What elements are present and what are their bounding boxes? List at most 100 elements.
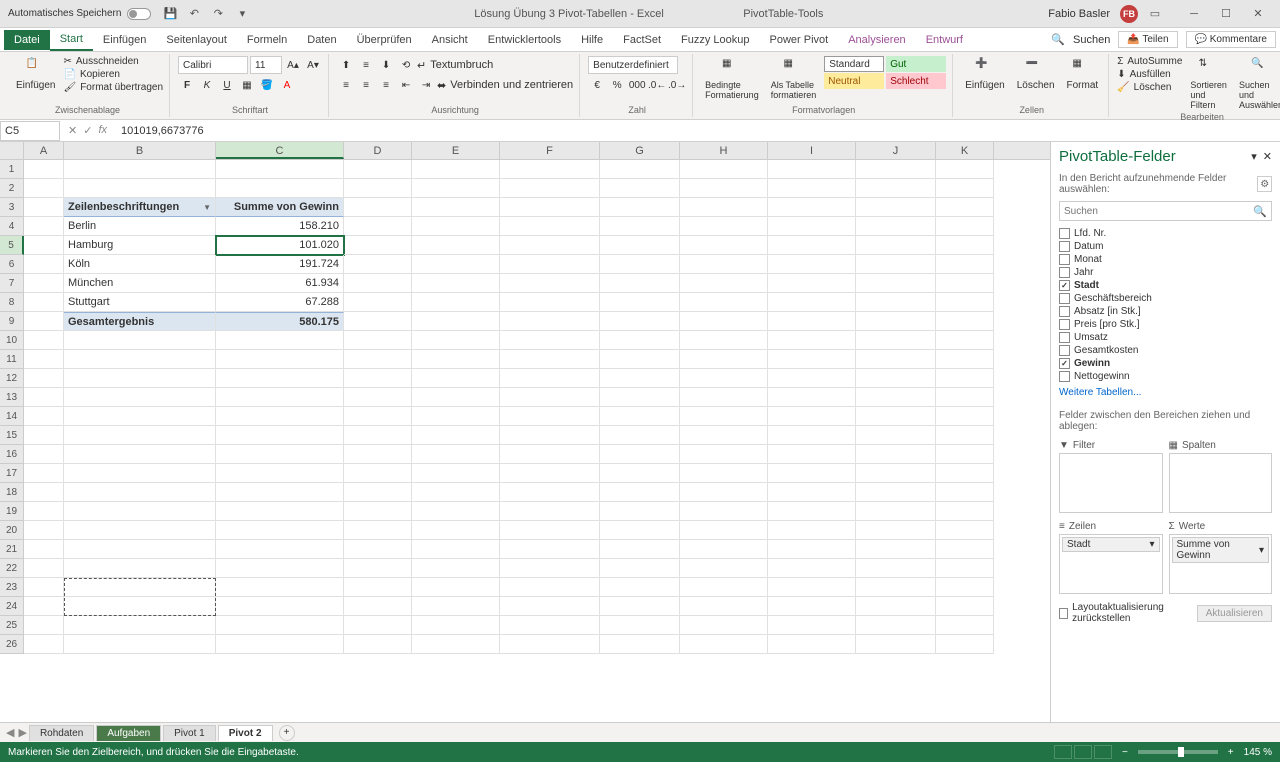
area-rows-item[interactable]: Stadt▾: [1062, 537, 1160, 552]
cell-B1[interactable]: [64, 160, 216, 179]
cell-E19[interactable]: [412, 502, 500, 521]
cell-D16[interactable]: [344, 445, 412, 464]
cell-B26[interactable]: [64, 635, 216, 654]
cell-D20[interactable]: [344, 521, 412, 540]
col-header-H[interactable]: H: [680, 142, 768, 159]
autosum-button[interactable]: Σ AutoSumme: [1117, 56, 1182, 67]
cell-G1[interactable]: [600, 160, 680, 179]
cell-E6[interactable]: [412, 255, 500, 274]
qat-dropdown-icon[interactable]: ▾: [235, 7, 249, 21]
fill-color-button[interactable]: 🪣: [258, 76, 276, 94]
cell-D13[interactable]: [344, 388, 412, 407]
cell-G19[interactable]: [600, 502, 680, 521]
cell-H10[interactable]: [680, 331, 768, 350]
view-normal-button[interactable]: [1054, 745, 1072, 759]
inc-decimal-button[interactable]: .0←: [648, 76, 666, 94]
cell-D11[interactable]: [344, 350, 412, 369]
cell-E14[interactable]: [412, 407, 500, 426]
cell-I13[interactable]: [768, 388, 856, 407]
cell-K10[interactable]: [936, 331, 994, 350]
font-color-button[interactable]: A: [278, 76, 296, 94]
cell-J6[interactable]: [856, 255, 936, 274]
cell-K7[interactable]: [936, 274, 994, 293]
cell-I26[interactable]: [768, 635, 856, 654]
cell-H8[interactable]: [680, 293, 768, 312]
cell-H23[interactable]: [680, 578, 768, 597]
confirm-icon[interactable]: ✓: [83, 124, 92, 137]
field-checkbox[interactable]: [1059, 371, 1070, 382]
col-header-G[interactable]: G: [600, 142, 680, 159]
cell-I2[interactable]: [768, 179, 856, 198]
cell-A9[interactable]: [24, 312, 64, 331]
tab-seitenlayout[interactable]: Seitenlayout: [156, 30, 237, 50]
cell-A6[interactable]: [24, 255, 64, 274]
cell-K9[interactable]: [936, 312, 994, 331]
cell-D6[interactable]: [344, 255, 412, 274]
sort-filter-button[interactable]: ⇅Sortieren und Filtern: [1186, 56, 1231, 112]
cell-B11[interactable]: [64, 350, 216, 369]
cell-D12[interactable]: [344, 369, 412, 388]
cell-J19[interactable]: [856, 502, 936, 521]
save-icon[interactable]: 💾: [163, 7, 177, 21]
cell-B22[interactable]: [64, 559, 216, 578]
cell-F7[interactable]: [500, 274, 600, 293]
cell-H22[interactable]: [680, 559, 768, 578]
cell-A24[interactable]: [24, 597, 64, 616]
cell-J3[interactable]: [856, 198, 936, 217]
select-all-corner[interactable]: [0, 142, 24, 159]
align-left-button[interactable]: ≡: [337, 76, 355, 94]
cell-D7[interactable]: [344, 274, 412, 293]
area-filter[interactable]: [1059, 453, 1163, 513]
formula-input[interactable]: 101019,6673776: [115, 125, 1280, 137]
cell-A26[interactable]: [24, 635, 64, 654]
field-nettogewinn[interactable]: Nettogewinn: [1059, 370, 1272, 383]
cell-C16[interactable]: [216, 445, 344, 464]
underline-button[interactable]: U: [218, 76, 236, 94]
defer-checkbox[interactable]: [1059, 608, 1068, 619]
number-format-combo[interactable]: Benutzerdefiniert: [588, 56, 678, 74]
row-header-22[interactable]: 22: [0, 559, 24, 578]
row-header-16[interactable]: 16: [0, 445, 24, 464]
cell-C9[interactable]: 580.175: [216, 312, 344, 331]
col-header-J[interactable]: J: [856, 142, 936, 159]
format-cells-button[interactable]: ▦Format: [1063, 56, 1103, 93]
merge-button[interactable]: ⬌ Verbinden und zentrieren: [437, 76, 573, 94]
field-checkbox[interactable]: [1059, 228, 1070, 239]
cell-J5[interactable]: [856, 236, 936, 255]
cell-H13[interactable]: [680, 388, 768, 407]
cell-D19[interactable]: [344, 502, 412, 521]
cell-D2[interactable]: [344, 179, 412, 198]
maximize-button[interactable]: ☐: [1212, 4, 1240, 24]
cell-E22[interactable]: [412, 559, 500, 578]
cell-E9[interactable]: [412, 312, 500, 331]
cell-F25[interactable]: [500, 616, 600, 635]
cell-J24[interactable]: [856, 597, 936, 616]
cell-A7[interactable]: [24, 274, 64, 293]
cell-I1[interactable]: [768, 160, 856, 179]
cell-G11[interactable]: [600, 350, 680, 369]
cell-J21[interactable]: [856, 540, 936, 559]
cell-I7[interactable]: [768, 274, 856, 293]
cell-C12[interactable]: [216, 369, 344, 388]
cell-F2[interactable]: [500, 179, 600, 198]
cell-F20[interactable]: [500, 521, 600, 540]
cell-B7[interactable]: München: [64, 274, 216, 293]
field-gesamtkosten[interactable]: Gesamtkosten: [1059, 344, 1272, 357]
cell-C4[interactable]: 158.210: [216, 217, 344, 236]
cell-H26[interactable]: [680, 635, 768, 654]
cell-C8[interactable]: 67.288: [216, 293, 344, 312]
cell-B25[interactable]: [64, 616, 216, 635]
cell-E2[interactable]: [412, 179, 500, 198]
cell-F10[interactable]: [500, 331, 600, 350]
tab-entwicklertools[interactable]: Entwicklertools: [478, 30, 571, 50]
share-button[interactable]: 📤 Teilen: [1118, 31, 1177, 48]
field-checkbox[interactable]: [1059, 293, 1070, 304]
cell-B16[interactable]: [64, 445, 216, 464]
delete-cells-button[interactable]: ➖Löschen: [1013, 56, 1059, 93]
find-select-button[interactable]: 🔍Suchen und Auswählen: [1235, 56, 1280, 112]
cell-K14[interactable]: [936, 407, 994, 426]
zoom-out-button[interactable]: −: [1122, 747, 1128, 758]
cell-B13[interactable]: [64, 388, 216, 407]
col-header-I[interactable]: I: [768, 142, 856, 159]
cell-I24[interactable]: [768, 597, 856, 616]
